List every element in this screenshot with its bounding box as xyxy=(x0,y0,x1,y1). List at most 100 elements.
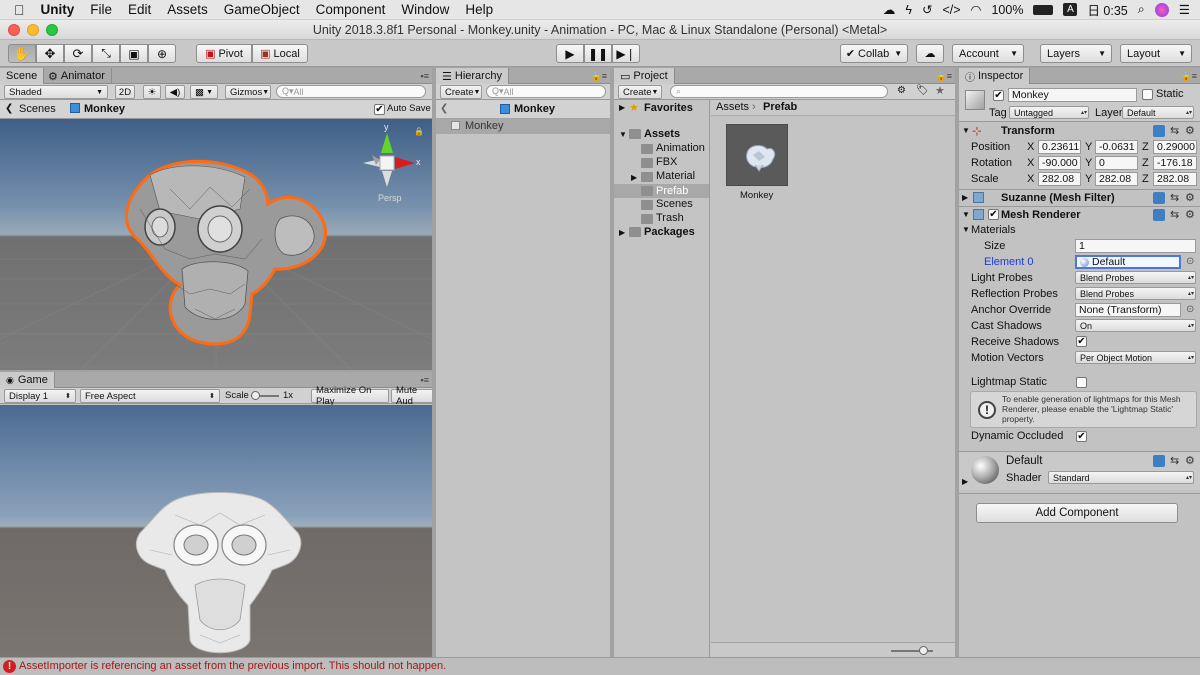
breadcrumb-scenes[interactable]: Scenes xyxy=(19,103,56,115)
folder-prefab-selected[interactable]: Prefab xyxy=(614,184,709,198)
asset-thumbnail[interactable] xyxy=(726,124,788,186)
display-dropdown[interactable]: Display 1 ⬍ xyxy=(4,389,76,403)
scale-y-field[interactable]: 282.08 xyxy=(1095,172,1138,186)
favorite-star-icon[interactable]: ★ xyxy=(935,84,945,97)
panel-menu-icon[interactable]: 🔒≡ xyxy=(591,71,607,82)
breadcrumb-prefab[interactable]: Prefab xyxy=(763,101,797,113)
scale-slider[interactable] xyxy=(251,391,279,400)
menu-window[interactable]: Window xyxy=(393,2,457,17)
game-viewport[interactable] xyxy=(0,405,432,657)
scale-z-field[interactable]: 282.08 xyxy=(1153,172,1197,186)
rotation-y-label[interactable]: Y xyxy=(1085,157,1092,169)
packages-folder-label[interactable]: Packages xyxy=(644,226,695,238)
shading-mode-dropdown[interactable]: Shaded ▼ xyxy=(4,85,108,99)
maximize-on-play-toggle[interactable]: Maximize On Play xyxy=(311,385,389,407)
panel-menu-icon[interactable]: 🔒≡ xyxy=(936,71,952,82)
folder-fbx[interactable]: FBX xyxy=(656,156,677,168)
shader-dropdown[interactable]: Standard xyxy=(1048,471,1194,484)
hierarchy-create-dropdown[interactable]: Create ▼ xyxy=(440,85,482,99)
position-y-label[interactable]: Y xyxy=(1085,141,1092,153)
scale-x-label[interactable]: X xyxy=(1027,173,1034,185)
foldout-arrow-icon[interactable]: ▶ xyxy=(962,193,968,202)
filter-by-label-icon[interactable]: 🏷 xyxy=(916,85,929,96)
menu-component[interactable]: Component xyxy=(308,2,394,17)
menu-edit[interactable]: Edit xyxy=(120,2,159,17)
help-book-icon[interactable] xyxy=(1153,192,1165,204)
close-window-button[interactable] xyxy=(8,24,20,36)
folder-animation[interactable]: Animation xyxy=(656,142,705,154)
rotation-x-field[interactable]: -90.000 xyxy=(1038,156,1081,170)
filter-by-type-icon[interactable]: ⚙ xyxy=(897,85,906,96)
element0-material-field[interactable]: Default xyxy=(1075,255,1181,269)
transform-title[interactable]: Transform xyxy=(1001,125,1055,137)
tab-hierarchy[interactable]: ☰ Hierarchy xyxy=(436,68,509,84)
receive-shadows-checkbox[interactable]: ✔ xyxy=(1076,336,1087,347)
object-picker-icon[interactable]: ⊙ xyxy=(1186,256,1194,267)
tab-project[interactable]: ▭ Project xyxy=(614,68,675,84)
aspect-dropdown[interactable]: Free Aspect ⬍ xyxy=(80,389,220,403)
rotation-x-label[interactable]: X xyxy=(1027,157,1034,169)
anchor-override-field[interactable]: None (Transform) xyxy=(1075,303,1181,317)
code-icon[interactable]: </> xyxy=(942,3,960,17)
back-arrow-icon[interactable]: ❮ xyxy=(440,103,448,114)
panel-menu-icon[interactable]: 🔒≡ xyxy=(1181,71,1197,82)
rotation-z-field[interactable]: -176.18 xyxy=(1153,156,1197,170)
help-book-icon[interactable] xyxy=(1153,125,1165,137)
gear-icon[interactable]: ⚙ xyxy=(1185,191,1195,204)
menu-unity[interactable]: Unity xyxy=(33,2,83,17)
object-picker-icon[interactable]: ⊙ xyxy=(1186,304,1194,315)
notification-center-icon[interactable]: ☰ xyxy=(1179,2,1190,17)
gear-icon[interactable]: ⚙ xyxy=(1185,208,1195,221)
help-book-icon[interactable] xyxy=(1153,455,1165,467)
pivot-toggle-button[interactable]: ▣ Pivot xyxy=(196,44,252,63)
position-z-label[interactable]: Z xyxy=(1142,141,1149,153)
zoom-window-button[interactable] xyxy=(46,24,58,36)
menu-file[interactable]: File xyxy=(82,2,120,17)
gear-icon[interactable]: ⚙ xyxy=(1185,124,1195,137)
hierarchy-item[interactable]: Monkey xyxy=(436,119,610,134)
rotation-y-field[interactable]: 0 xyxy=(1095,156,1138,170)
rotate-tool-button[interactable]: ⟳ xyxy=(64,44,92,63)
scene-viewport[interactable]: 🔒 y x Persp xyxy=(0,119,432,370)
clock[interactable]: 日 0:35 xyxy=(1087,0,1127,19)
hand-tool-button[interactable]: ✋ xyxy=(8,44,36,63)
mute-audio-toggle[interactable]: Mute Aud xyxy=(391,385,432,407)
rect-tool-button[interactable]: ▣ xyxy=(120,44,148,63)
siri-icon[interactable] xyxy=(1154,2,1169,17)
audio-toggle-button[interactable]: ◀) xyxy=(165,85,185,99)
battery-label[interactable]: 100% xyxy=(991,3,1023,17)
position-x-field[interactable]: 0.23611 xyxy=(1038,140,1081,154)
position-z-field[interactable]: 0.29000 xyxy=(1153,140,1197,154)
menu-assets[interactable]: Assets xyxy=(159,2,216,17)
panel-menu-icon[interactable]: ▪≡ xyxy=(421,71,429,81)
scale-z-label[interactable]: Z xyxy=(1142,173,1149,185)
motion-vectors-dropdown[interactable]: Per Object Motion xyxy=(1075,351,1196,364)
bolt-icon[interactable]: ϟ xyxy=(905,3,912,17)
transform-tool-button[interactable]: ⊕ xyxy=(148,44,176,63)
cloud-icon[interactable]: ☁ xyxy=(883,2,896,17)
status-bar[interactable]: ! AssetImporter is referencing an asset … xyxy=(0,657,1200,675)
step-button[interactable]: ▶❘ xyxy=(612,44,640,63)
battery-icon[interactable] xyxy=(1033,4,1054,15)
scene-search-input[interactable]: Q▾ All xyxy=(276,85,426,98)
project-search-input[interactable]: ⌕ xyxy=(670,85,888,98)
object-name-field[interactable]: Monkey xyxy=(1008,88,1137,102)
favorites-label[interactable]: Favorites xyxy=(644,102,693,114)
panel-menu-icon[interactable]: ▪≡ xyxy=(421,375,429,385)
hierarchy-search-input[interactable]: Q▾ All xyxy=(486,85,606,98)
materials-label[interactable]: Materials xyxy=(971,224,1016,236)
icon-size-slider-thumb[interactable] xyxy=(919,646,928,655)
autosave-checkbox[interactable]: ✔ xyxy=(374,104,385,115)
presets-icon[interactable]: ⇆ xyxy=(1170,208,1179,221)
tab-scene[interactable]: Scene xyxy=(0,68,45,84)
tag-dropdown[interactable]: Untagged xyxy=(1009,106,1089,119)
scene-orientation-gizmo[interactable]: 🔒 y x Persp xyxy=(358,122,430,205)
layer-dropdown[interactable]: Default xyxy=(1122,106,1194,119)
scale-x-field[interactable]: 282.08 xyxy=(1038,172,1081,186)
mesh-renderer-title[interactable]: Mesh Renderer xyxy=(1001,209,1080,221)
expand-arrow-icon[interactable]: ▶ xyxy=(631,173,637,182)
menu-help[interactable]: Help xyxy=(457,2,501,17)
mesh-renderer-enabled-checkbox[interactable]: ✔ xyxy=(988,209,999,220)
cast-shadows-dropdown[interactable]: On xyxy=(1075,319,1196,332)
presets-icon[interactable]: ⇆ xyxy=(1170,454,1179,467)
